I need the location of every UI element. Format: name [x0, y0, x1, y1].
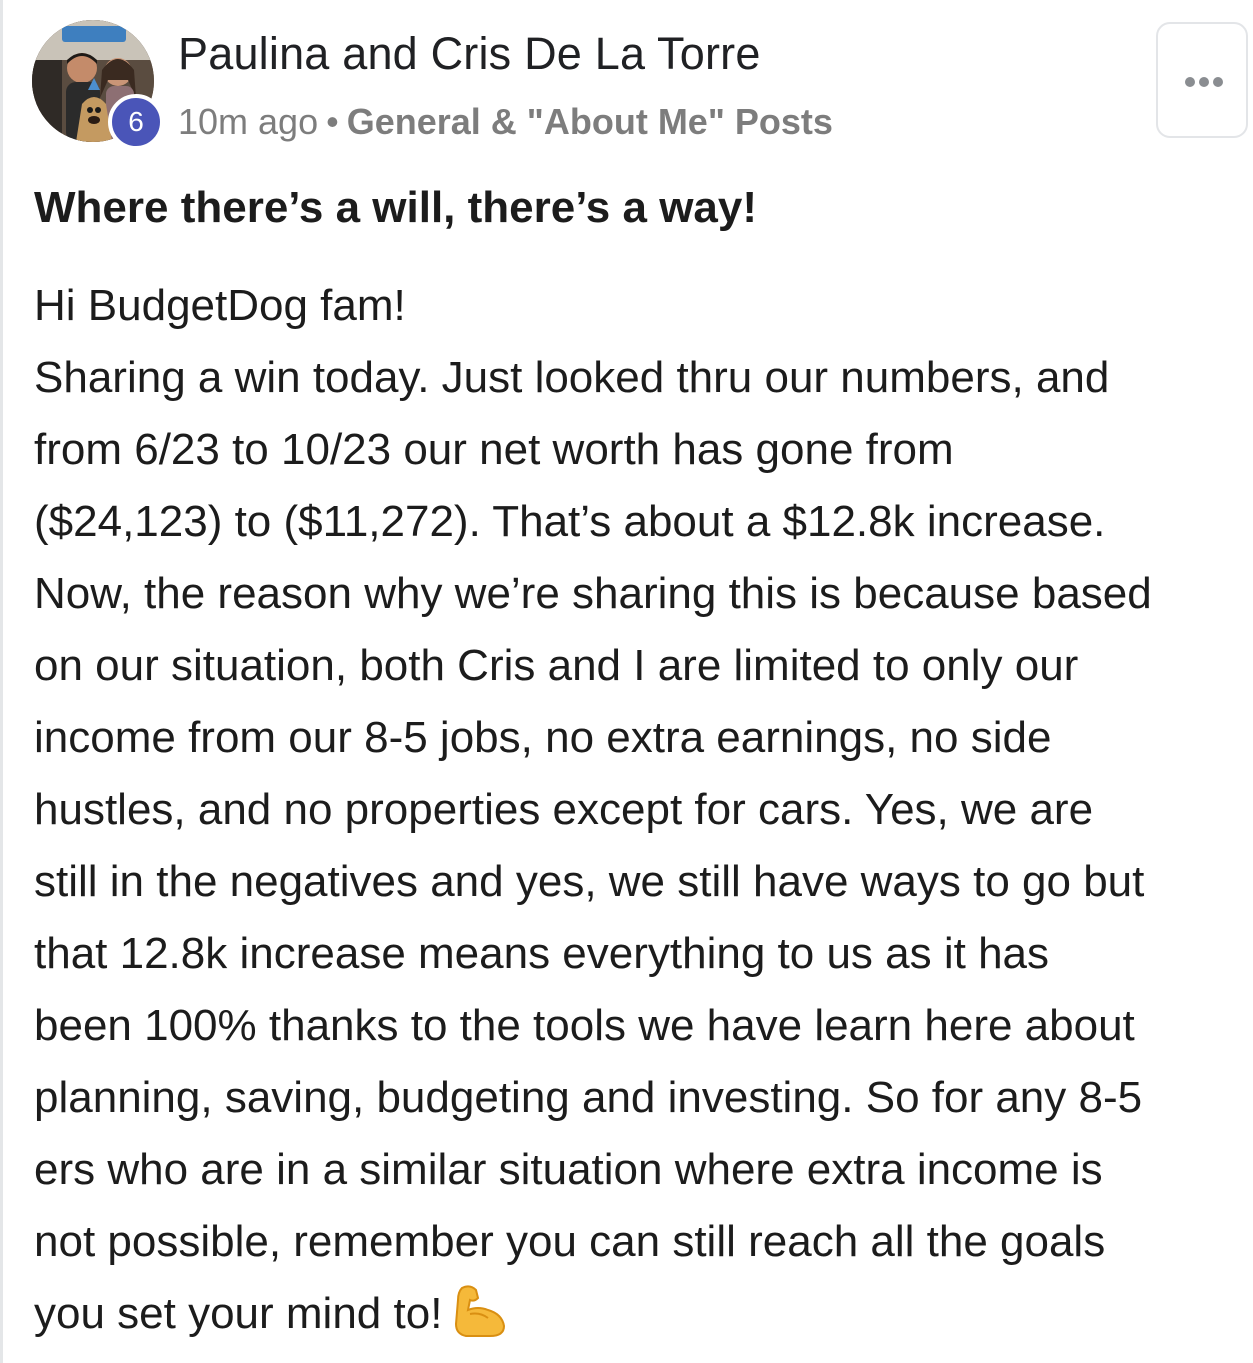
- body-line: Sharing a win today. Just looked thru ou…: [34, 353, 1110, 402]
- body-line: Hi BudgetDog fam!: [34, 281, 406, 330]
- left-border: [0, 0, 3, 1363]
- body-line: hustles, and no properties except for ca…: [34, 785, 1094, 834]
- body-line: ers who are in a similar situation where…: [34, 1145, 1103, 1194]
- body-line: planning, saving, budgeting and investin…: [34, 1073, 1143, 1122]
- flexed-biceps-icon: [455, 1285, 506, 1338]
- body-line: been 100% thanks to the tools we have le…: [34, 1001, 1135, 1050]
- more-options-button[interactable]: [1156, 22, 1248, 138]
- body-line-last: you set your mind to!: [34, 1278, 1246, 1350]
- post-timestamp: 10m ago: [178, 101, 319, 142]
- post-body: Hi BudgetDog fam! Sharing a win today. J…: [34, 270, 1246, 1350]
- more-horizontal-icon: [1185, 77, 1223, 87]
- post-header: 6 Paulina and Cris De La Torre 10m ago • G…: [0, 0, 1253, 170]
- body-line: Now, the reason why we’re sharing this i…: [34, 569, 1152, 618]
- meta-separator: •: [326, 101, 339, 142]
- body-line: from 6/23 to 10/23 our net worth has gon…: [34, 425, 954, 474]
- body-line: income from our 8-5 jobs, no extra earni…: [34, 713, 1052, 762]
- body-line: not possible, remember you can still rea…: [34, 1217, 1106, 1266]
- body-line-text: you set your mind to!: [34, 1289, 443, 1338]
- body-line: on our situation, both Cris and I are li…: [34, 641, 1079, 690]
- post-category-link[interactable]: General & "About Me" Posts: [347, 101, 833, 142]
- author-avatar[interactable]: 6: [32, 20, 164, 150]
- author-name[interactable]: Paulina and Cris De La Torre: [178, 28, 761, 80]
- post-title: Where there’s a will, there’s a way!: [34, 183, 758, 232]
- body-line: ($24,123) to ($11,272). That’s about a $…: [34, 497, 1106, 546]
- post-meta: 10m ago • General & "About Me" Posts: [178, 101, 833, 143]
- body-line: that 12.8k increase means everything to …: [34, 929, 1050, 978]
- level-badge: 6: [108, 94, 164, 150]
- body-line: still in the negatives and yes, we still…: [34, 857, 1145, 906]
